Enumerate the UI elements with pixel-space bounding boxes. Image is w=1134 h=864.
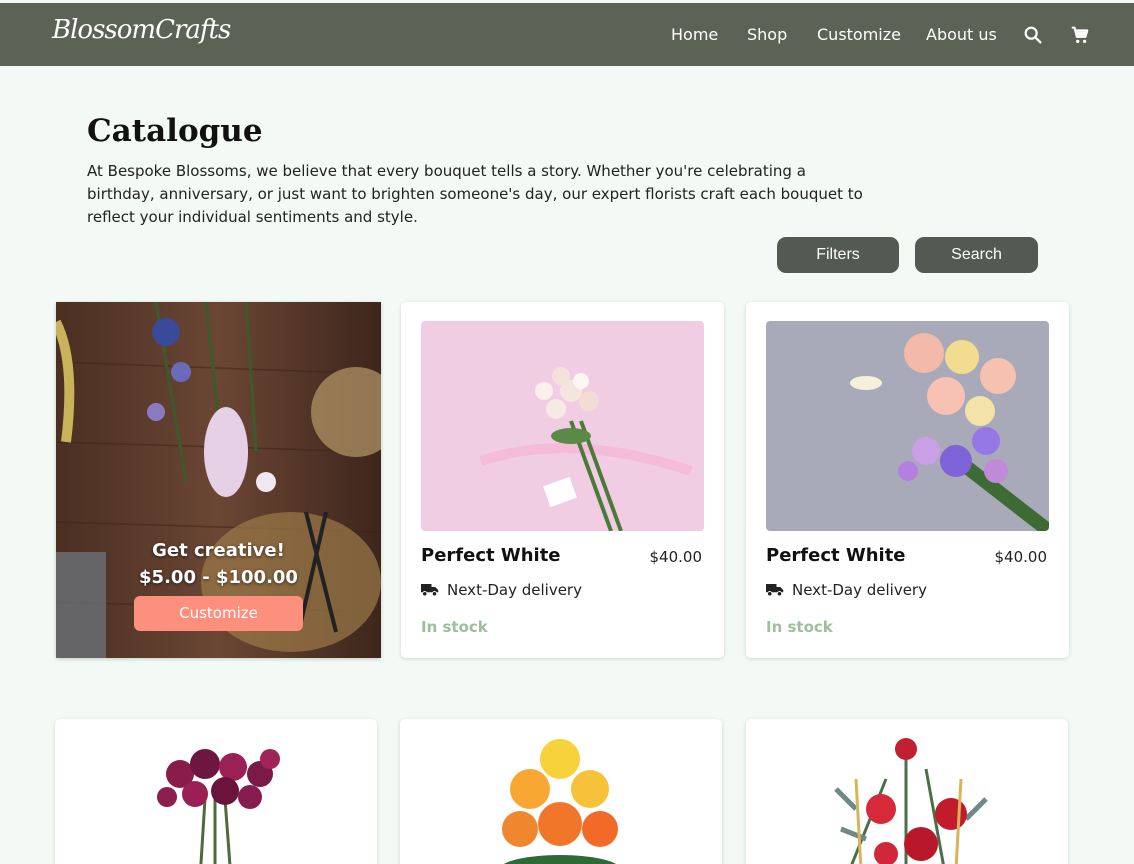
search-button[interactable]: Search xyxy=(915,237,1038,273)
product-image[interactable] xyxy=(400,719,722,864)
product-image[interactable] xyxy=(746,719,1068,864)
navbar: BlossomCrafts Home Shop Customize About … xyxy=(0,3,1134,66)
promo-title: Get creative! xyxy=(152,540,285,561)
stock-status: In stock xyxy=(421,618,488,636)
product-price: $40.00 xyxy=(994,548,1048,566)
product-price: $40.00 xyxy=(649,548,703,566)
page-description: At Bespoke Blossoms, we believe that eve… xyxy=(87,162,863,226)
product-name[interactable]: Perfect White xyxy=(766,545,906,566)
product-name[interactable]: Perfect White xyxy=(421,545,561,566)
stock-status: In stock xyxy=(766,618,833,636)
product-image[interactable] xyxy=(421,321,704,531)
search-icon[interactable] xyxy=(1022,24,1044,46)
customize-button[interactable]: Customize xyxy=(134,596,303,631)
delivery-info: Next-Day delivery xyxy=(421,581,582,599)
delivery-label: Next-Day delivery xyxy=(792,581,927,599)
delivery-label: Next-Day delivery xyxy=(447,581,582,599)
product-card[interactable] xyxy=(55,719,377,864)
logo[interactable]: BlossomCrafts xyxy=(52,15,231,45)
nav-link-about[interactable]: About us xyxy=(926,25,997,44)
product-card[interactable]: Perfect White $40.00 Next-Day delivery I… xyxy=(401,302,724,658)
cart-icon[interactable] xyxy=(1069,24,1091,46)
product-image[interactable] xyxy=(766,321,1049,531)
product-card[interactable]: Perfect White $40.00 Next-Day delivery I… xyxy=(746,302,1069,658)
truck-icon xyxy=(421,584,439,597)
nav-link-home[interactable]: Home xyxy=(671,25,718,44)
product-image[interactable] xyxy=(55,719,377,864)
customize-promo-card: Get creative! $5.00 - $100.00 Customize xyxy=(56,302,381,658)
nav-link-shop[interactable]: Shop xyxy=(747,25,787,44)
filters-button[interactable]: Filters xyxy=(777,237,899,273)
delivery-info: Next-Day delivery xyxy=(766,581,927,599)
product-card[interactable] xyxy=(746,719,1068,864)
promo-price-range: $5.00 - $100.00 xyxy=(139,567,298,588)
truck-icon xyxy=(766,584,784,597)
product-card[interactable] xyxy=(400,719,722,864)
nav-link-customize[interactable]: Customize xyxy=(817,25,901,44)
page-title: Catalogue xyxy=(87,113,263,149)
